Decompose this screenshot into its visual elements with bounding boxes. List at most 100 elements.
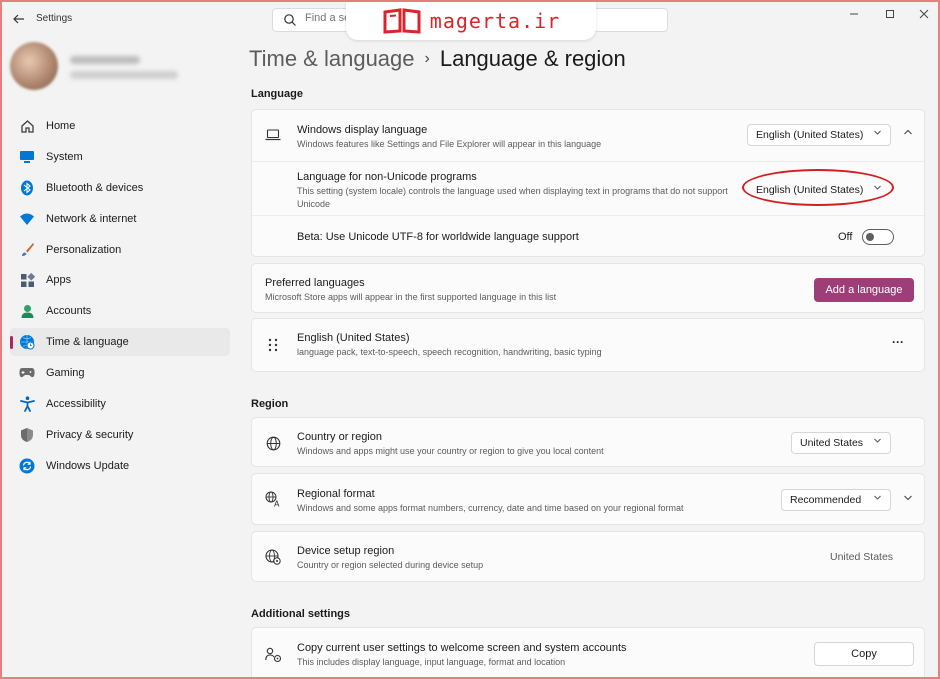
sidebar-item-apps[interactable]: Apps [10, 266, 230, 294]
back-button[interactable] [10, 10, 28, 28]
breadcrumb: Time & language › Language & region [249, 42, 929, 76]
more-options-button[interactable]: ··· [892, 335, 904, 349]
sidebar-item-accounts[interactable]: Accounts [10, 297, 230, 325]
copy-button[interactable]: Copy [814, 642, 914, 666]
drag-handle-icon[interactable] [264, 336, 282, 354]
sidebar-item-label: Gaming [46, 367, 85, 380]
non-unicode-row: Language for non-Unicode programs This s… [252, 162, 924, 216]
highlight-ring-annotation [742, 169, 894, 206]
device-setup-region-card: Device setup region Country or region se… [251, 531, 925, 582]
expand-button[interactable] [900, 493, 916, 506]
country-region-desc: Windows and apps might use your country … [297, 446, 604, 456]
sidebar-item-home[interactable]: Home [10, 112, 230, 140]
wifi-icon [18, 210, 36, 228]
dropdown-value: United States [800, 437, 864, 449]
bluetooth-icon [18, 179, 36, 197]
globe-icon [264, 434, 282, 452]
gamepad-icon [18, 364, 36, 382]
regional-format-icon: A [264, 490, 282, 508]
section-label-language: Language [251, 88, 303, 100]
preferred-languages-desc: Microsoft Store apps will appear in the … [265, 292, 557, 302]
app-title: Settings [36, 13, 73, 24]
language-settings-card: Windows display language Windows feature… [251, 109, 925, 257]
accessibility-icon [18, 395, 36, 413]
book-logo-icon [383, 8, 421, 34]
sidebar-item-label: Accessibility [46, 398, 106, 411]
chevron-up-icon [904, 129, 912, 135]
country-region-dropdown[interactable]: United States [791, 432, 891, 454]
chevron-down-icon [873, 128, 882, 139]
sidebar-item-gaming[interactable]: Gaming [10, 359, 230, 387]
laptop-icon [264, 126, 282, 144]
avatar [10, 42, 58, 90]
brush-icon [18, 241, 36, 259]
home-icon [18, 117, 36, 135]
section-label-region: Region [251, 398, 289, 410]
search-icon [284, 14, 296, 26]
installed-language-title: English (United States) [297, 332, 410, 344]
device-setup-title: Device setup region [297, 545, 395, 557]
dropdown-value: English (United States) [756, 129, 864, 141]
installed-language-desc: language pack, text-to-speech, speech re… [297, 347, 602, 357]
sidebar-item-time-language[interactable]: Time & language [10, 328, 230, 357]
people-gear-icon [264, 646, 282, 664]
update-icon [18, 457, 36, 475]
preferred-languages-title: Preferred languages [265, 277, 365, 289]
regional-format-card: A Regional format Windows and some apps … [251, 473, 925, 525]
sidebar-nav: Home System Bluetooth & devices Network … [10, 112, 230, 483]
chevron-down-icon [904, 495, 912, 501]
minimize-button[interactable] [844, 8, 864, 22]
utf8-toggle[interactable] [862, 229, 894, 245]
sidebar-item-label: Windows Update [46, 459, 130, 472]
preferred-languages-card: Preferred languages Microsoft Store apps… [251, 263, 925, 313]
title-bar: Settings magerta.ir [2, 2, 938, 40]
sidebar-item-accessibility[interactable]: Accessibility [10, 390, 230, 418]
maximize-button[interactable] [880, 8, 900, 22]
display-language-desc: Windows features like Settings and File … [297, 139, 602, 149]
sidebar-item-label: Home [46, 120, 76, 132]
chevron-down-icon [873, 436, 882, 447]
minimize-icon [850, 13, 858, 15]
svg-text:A: A [274, 500, 280, 508]
non-unicode-desc: This setting (system locale) controls th… [297, 186, 728, 209]
sidebar-item-personalization[interactable]: Personalization [10, 236, 230, 264]
sidebar-item-bluetooth[interactable]: Bluetooth & devices [10, 174, 230, 202]
utf8-row: Beta: Use Unicode UTF-8 for worldwide la… [252, 216, 924, 257]
sidebar-item-label: System [46, 150, 83, 163]
settings-window: Settings magerta.ir [2, 2, 938, 677]
breadcrumb-parent[interactable]: Time & language [249, 46, 415, 72]
sidebar-item-system[interactable]: System [10, 143, 230, 171]
regional-format-dropdown[interactable]: Recommended [781, 489, 891, 511]
monitor-icon [18, 148, 36, 166]
copy-settings-card: Copy current user settings to welcome sc… [251, 627, 925, 677]
user-profile[interactable] [10, 42, 230, 94]
sidebar-item-windows-update[interactable]: Windows Update [10, 452, 230, 480]
maximize-icon [886, 10, 894, 18]
utf8-toggle-state: Off [838, 231, 853, 243]
sidebar-item-label: Privacy & security [46, 428, 134, 441]
arrow-left-icon [13, 14, 24, 24]
profile-name-blurred [70, 56, 140, 64]
display-language-title: Windows display language [297, 124, 428, 136]
watermark-text: magerta.ir [429, 9, 561, 33]
device-setup-desc: Country or region selected during device… [297, 560, 484, 570]
sidebar-item-label: Personalization [46, 243, 122, 256]
section-label-additional: Additional settings [251, 608, 350, 620]
profile-email-blurred [70, 71, 178, 79]
installed-language-card: English (United States) language pack, t… [251, 318, 925, 372]
display-language-dropdown[interactable]: English (United States) [747, 124, 891, 146]
regional-format-desc: Windows and some apps format numbers, cu… [297, 503, 684, 513]
close-button[interactable] [914, 8, 934, 22]
copy-settings-desc: This includes display language, input la… [297, 657, 566, 667]
main-content: Time & language › Language & region Lang… [249, 42, 929, 677]
close-icon [919, 9, 929, 19]
toggle-knob [866, 233, 874, 241]
collapse-button[interactable] [900, 127, 916, 140]
country-region-card: Country or region Windows and apps might… [251, 417, 925, 467]
sidebar-item-network[interactable]: Network & internet [10, 205, 230, 233]
sidebar-item-privacy[interactable]: Privacy & security [10, 421, 230, 449]
add-language-button[interactable]: Add a language [814, 278, 914, 302]
display-language-row: Windows display language Windows feature… [252, 110, 924, 162]
regional-format-title: Regional format [297, 488, 375, 500]
person-icon [18, 302, 36, 320]
